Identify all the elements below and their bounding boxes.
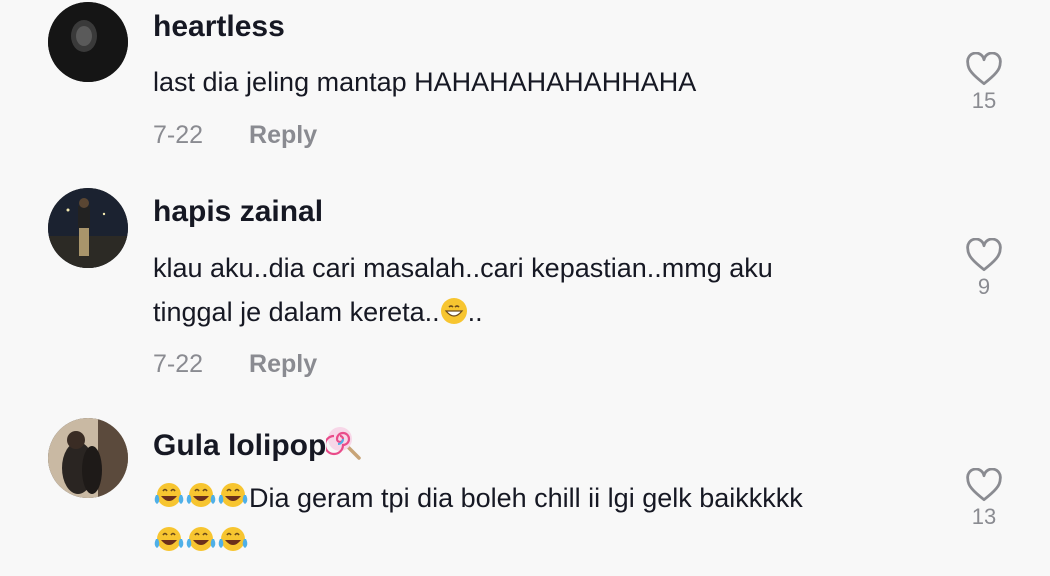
comment-date: 7-22 bbox=[153, 121, 204, 149]
comment-username[interactable]: Gula lolipop bbox=[153, 425, 362, 463]
like-button[interactable]: 13 bbox=[962, 468, 1006, 530]
reply-button[interactable]: Reply bbox=[249, 121, 317, 149]
avatar[interactable] bbox=[48, 188, 128, 268]
like-count: 15 bbox=[971, 88, 997, 113]
comment-text-line bbox=[153, 520, 913, 564]
grinning-emoji-icon bbox=[440, 298, 467, 324]
lollipop-emoji-icon bbox=[326, 427, 362, 460]
comment-text-line: tinggal je dalam kereta.. .. bbox=[153, 297, 483, 327]
comment-text: last dia jeling mantap HAHAHAHAHAHHAHA bbox=[153, 67, 697, 97]
comment-text: Dia geram tpi dia boleh chill ii lgi gel… bbox=[153, 476, 913, 564]
like-button[interactable]: 9 bbox=[962, 238, 1006, 300]
avatar[interactable] bbox=[48, 2, 128, 82]
comment-text-line: klau aku..dia cari masalah..cari kepasti… bbox=[153, 253, 773, 283]
comment-meta: 7-22 Reply bbox=[153, 350, 317, 379]
comment-date: 7-22 bbox=[153, 350, 204, 378]
comment-text: klau aku..dia cari masalah..cari kepasti… bbox=[153, 246, 913, 334]
comment-meta: 7-22 Reply bbox=[153, 121, 317, 150]
like-button[interactable]: 15 bbox=[962, 52, 1006, 114]
comment-text-line: Dia geram tpi dia boleh chill ii lgi gel… bbox=[153, 476, 913, 520]
heart-outline-icon[interactable] bbox=[965, 238, 1003, 272]
like-count: 9 bbox=[977, 274, 991, 299]
tears-of-joy-emoji-icon bbox=[154, 483, 184, 507]
reply-button[interactable]: Reply bbox=[249, 350, 317, 378]
tears-of-joy-emoji-icon bbox=[218, 527, 248, 551]
tears-of-joy-emoji-icon bbox=[218, 483, 248, 507]
heart-outline-icon[interactable] bbox=[965, 468, 1003, 502]
avatar[interactable] bbox=[48, 418, 128, 498]
heart-outline-icon[interactable] bbox=[965, 52, 1003, 86]
like-count: 13 bbox=[971, 504, 997, 529]
comment-username[interactable]: heartless bbox=[153, 10, 285, 44]
tears-of-joy-emoji-icon bbox=[154, 527, 184, 551]
tears-of-joy-emoji-icon bbox=[186, 527, 216, 551]
comment-username[interactable]: hapis zainal bbox=[153, 195, 323, 229]
tears-of-joy-emoji-icon bbox=[186, 483, 216, 507]
